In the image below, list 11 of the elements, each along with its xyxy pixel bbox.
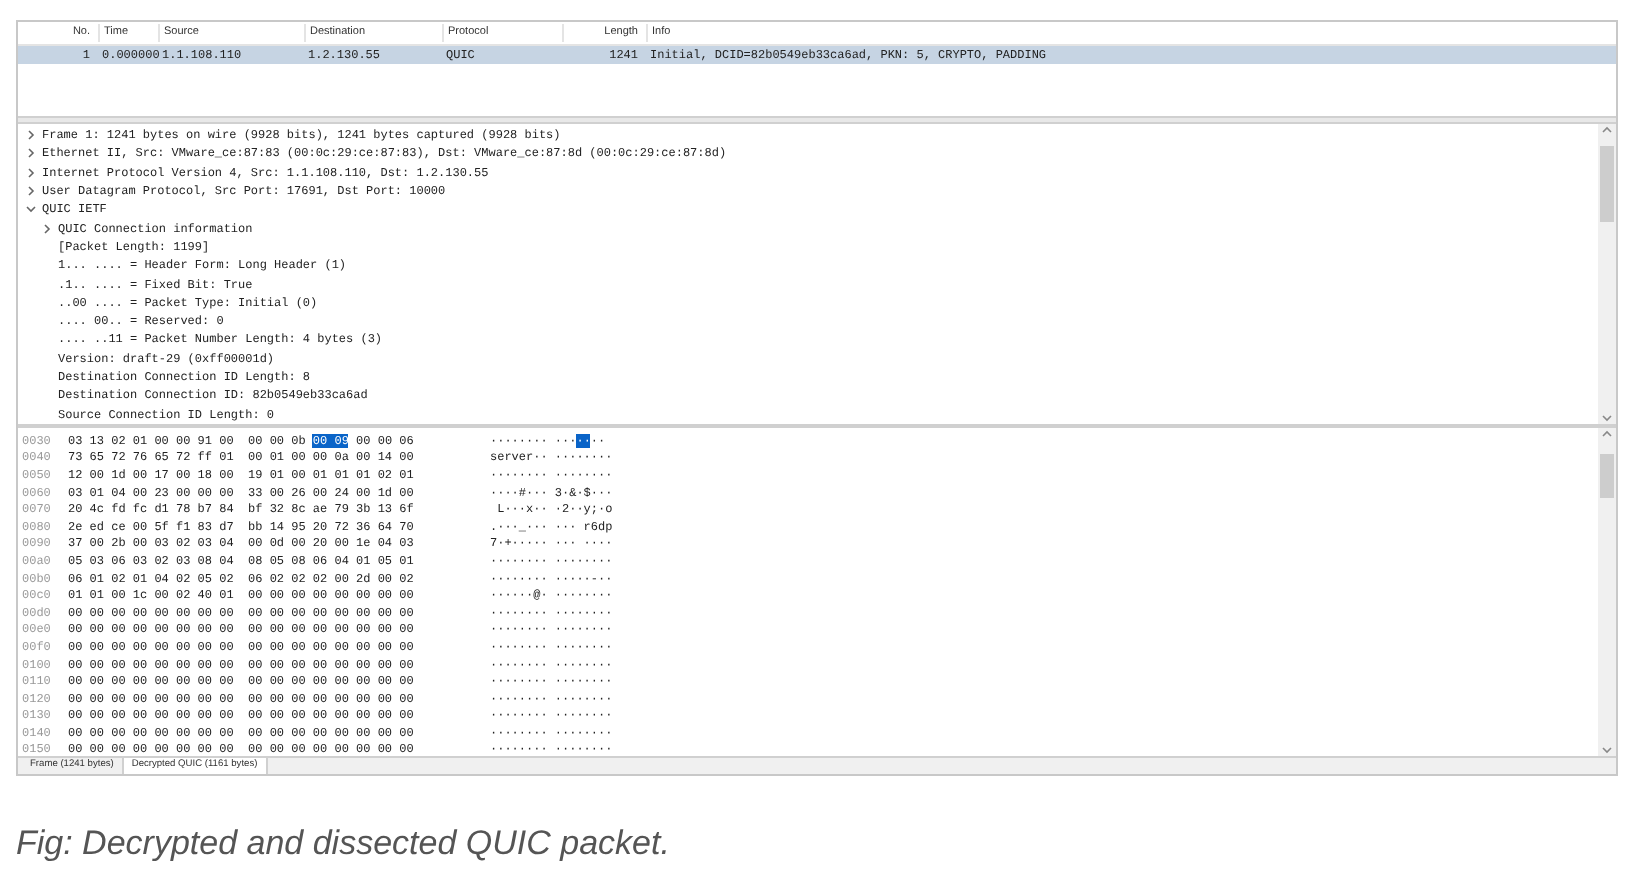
scroll-up-icon[interactable] <box>1602 430 1612 438</box>
scroll-up-icon[interactable] <box>1602 126 1612 134</box>
chevron-down-icon[interactable] <box>26 204 36 215</box>
scrollbar-thumb[interactable] <box>1600 146 1614 222</box>
scrollbar[interactable] <box>1598 124 1616 424</box>
scroll-down-icon[interactable] <box>1602 746 1612 754</box>
scrollbar-thumb[interactable] <box>1600 454 1614 498</box>
scrollbar[interactable] <box>1598 428 1616 756</box>
scroll-down-icon[interactable] <box>1602 414 1612 422</box>
chevron-right-icon[interactable] <box>42 223 52 234</box>
figure-caption: Fig: Decrypted and dissected QUIC packet. <box>16 822 672 866</box>
